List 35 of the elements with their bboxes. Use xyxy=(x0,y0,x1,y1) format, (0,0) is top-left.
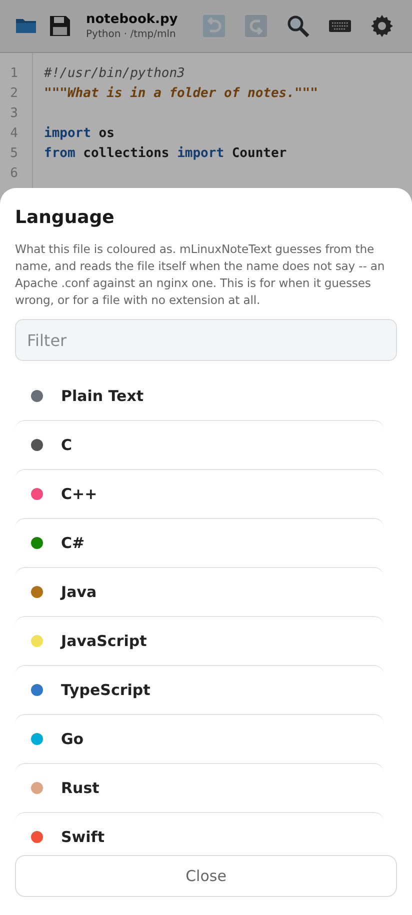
file-info: Python · /tmp/mln xyxy=(86,29,177,40)
line-number: 5 xyxy=(9,145,19,163)
language-item[interactable]: C++ xyxy=(15,469,384,518)
language-item[interactable]: Java xyxy=(15,567,384,616)
sheet-title: Language xyxy=(15,206,116,230)
language-item[interactable]: Go xyxy=(15,714,384,763)
language-item[interactable]: C xyxy=(15,420,384,469)
close-button[interactable]: Close xyxy=(15,855,397,897)
language-item[interactable]: TypeScript xyxy=(15,665,384,714)
code-line: from collections import Counter xyxy=(44,145,287,163)
line-number: 3 xyxy=(9,105,19,123)
line-number: 4 xyxy=(9,125,19,143)
language-item[interactable]: Plain Text xyxy=(15,371,384,420)
language-name: JavaScript xyxy=(61,632,147,650)
language-name: TypeScript xyxy=(61,681,150,699)
language-name: Rust xyxy=(61,779,100,797)
code-line: """What is in a folder of notes.""" xyxy=(44,85,318,103)
sheet-description: What this file is coloured as. mLinuxNoteText guesses from the name, and reads the file itself when the name does not say -- an Apache .conf against an nginx one. This is for when it guesses wrong, or for a file with no extension at all. xyxy=(15,241,386,309)
language-name: Swift xyxy=(61,828,104,846)
language-name: C# xyxy=(61,534,85,552)
language-name: Plain Text xyxy=(61,386,144,404)
language-name: Go xyxy=(61,730,84,748)
line-number: 6 xyxy=(9,165,19,183)
filter-field[interactable]: Filter xyxy=(15,319,397,361)
line-number: 1 xyxy=(9,65,19,83)
language-name: C++ xyxy=(61,485,98,503)
language-item[interactable]: C# xyxy=(15,518,384,567)
code-line: import os xyxy=(44,125,114,143)
language-name: C xyxy=(61,436,72,454)
line-number: 2 xyxy=(9,85,19,103)
file-name: notebook.py xyxy=(86,12,179,27)
language-item[interactable]: Rust xyxy=(15,763,384,812)
language-item[interactable]: JavaScript xyxy=(15,616,384,665)
code-line: #!/usr/bin/python3 xyxy=(44,65,185,83)
language-name: Java xyxy=(61,583,97,601)
